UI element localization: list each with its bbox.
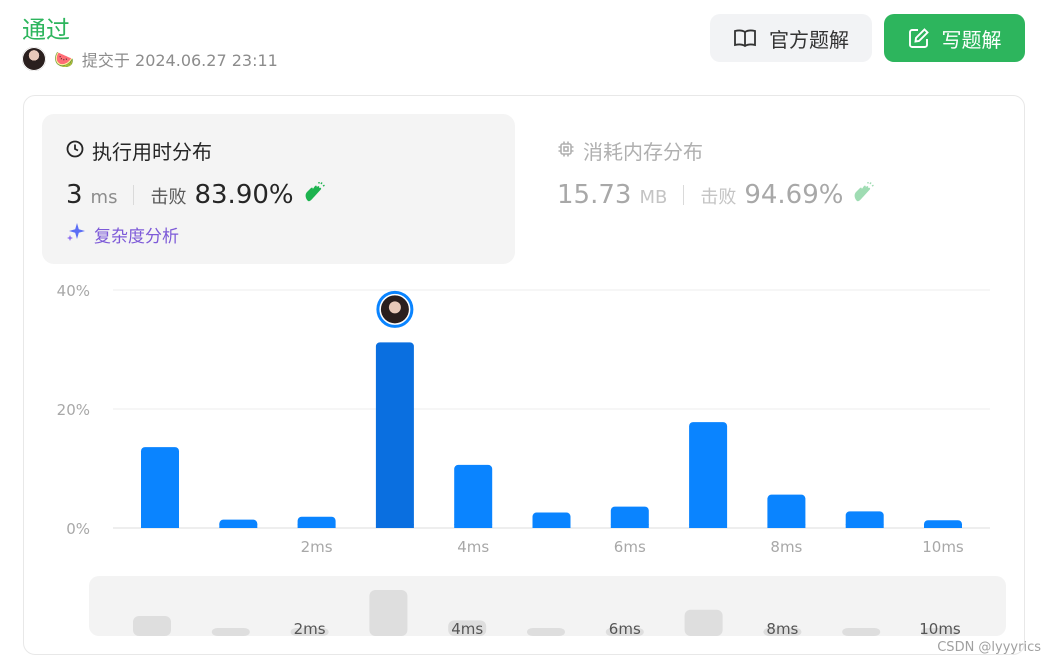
y-tick-label: 20%	[57, 401, 90, 419]
bar-base	[454, 524, 493, 528]
overview-bar	[133, 615, 171, 636]
overview-bar	[684, 609, 723, 636]
bar-base	[924, 524, 962, 528]
bar[interactable]	[141, 447, 179, 528]
watermark: CSDN @lyyyrics	[937, 640, 1041, 655]
y-tick-label: 40%	[57, 282, 90, 300]
runtime-distribution-chart: 0% 20% 40% 2ms 4ms 6ms 8ms 10ms 2ms 4ms 6ms 8ms 10ms	[57, 282, 1006, 638]
bar-base	[375, 524, 414, 528]
bar-base	[532, 524, 571, 528]
overview-x-tick-label: 8ms	[766, 620, 798, 638]
bar-base	[219, 524, 258, 528]
overview-bar	[842, 628, 881, 636]
x-tick-label: 8ms	[770, 538, 802, 556]
marker-avatar-face	[388, 301, 401, 314]
bar[interactable]	[689, 422, 728, 528]
bar-base	[141, 524, 179, 528]
bar[interactable]	[454, 464, 493, 528]
range-overview[interactable]	[89, 576, 1006, 636]
overview-bar	[211, 628, 250, 636]
bar-base	[845, 524, 884, 528]
overview-x-tick-label: 2ms	[294, 620, 326, 638]
bar-base	[297, 524, 336, 528]
overview-x-tick-label: 4ms	[451, 620, 483, 638]
y-tick-label: 0%	[66, 520, 90, 538]
x-tick-label: 2ms	[301, 538, 333, 556]
overview-x-tick-label: 6ms	[609, 620, 641, 638]
bar-current[interactable]	[375, 342, 414, 528]
overview-bar	[369, 590, 408, 636]
x-tick-label: 6ms	[614, 538, 646, 556]
bar-base	[689, 524, 728, 528]
overview-x-tick-label: 10ms	[919, 620, 961, 638]
x-tick-label: 4ms	[457, 538, 489, 556]
overview-bar	[527, 628, 565, 636]
bar[interactable]	[767, 494, 806, 528]
x-tick-label: 10ms	[922, 538, 964, 556]
bar-base	[767, 524, 806, 528]
bar-base	[610, 524, 649, 528]
